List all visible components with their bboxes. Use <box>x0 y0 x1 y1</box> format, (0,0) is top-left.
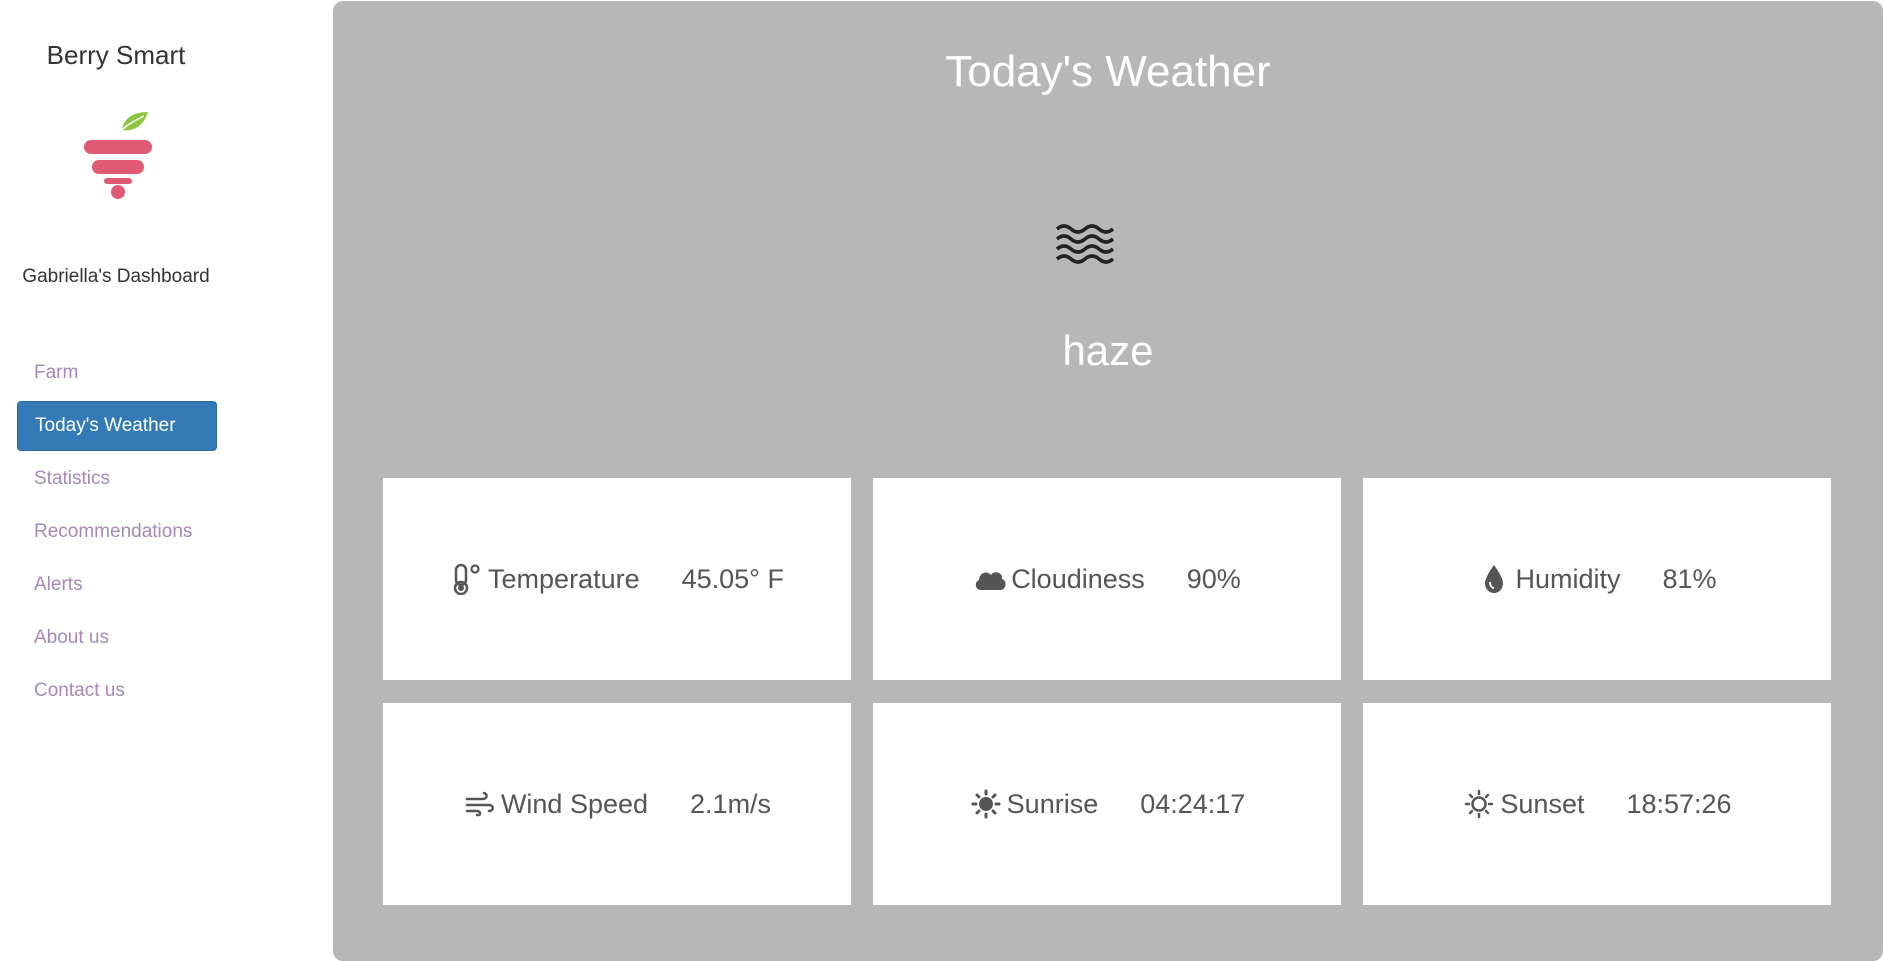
sunrise-card: Sunrise 04:24:17 <box>873 703 1341 905</box>
cloud-icon <box>973 562 1007 596</box>
sidebar-nav: Farm Today's Weather Statistics Recommen… <box>17 348 217 719</box>
humidity-card: Humidity 81% <box>1363 478 1831 680</box>
sidebar-item-statistics[interactable]: Statistics <box>17 454 217 504</box>
cloudiness-card: Cloudiness 90% <box>873 478 1341 680</box>
cloudiness-value: 90% <box>1186 563 1241 594</box>
humidity-label: Humidity <box>1515 563 1621 594</box>
sunset-icon <box>1462 787 1496 821</box>
brand-title: Berry Smart <box>46 40 186 70</box>
sidebar-item-about-us[interactable]: About us <box>17 613 217 663</box>
temperature-card: Temperature 45.05° F <box>383 478 851 680</box>
wind-speed-value: 2.1m/s <box>690 788 772 819</box>
humidity-value: 81% <box>1662 563 1717 594</box>
wind-speed-card: Wind Speed 2.1m/s <box>383 703 851 905</box>
sidebar-item-todays-weather[interactable]: Today's Weather <box>17 401 217 451</box>
page-title: Today's Weather <box>945 47 1271 96</box>
dashboard-title: Gabriella's Dashboard <box>22 266 210 287</box>
sunset-label: Sunset <box>1500 788 1585 819</box>
weather-condition: haze <box>1062 327 1154 374</box>
sunrise-icon <box>969 787 1003 821</box>
haze-icon <box>1055 224 1115 264</box>
weather-metrics-grid: Temperature 45.05° F Cloudiness 90% Humi… <box>383 478 1833 906</box>
sunset-value: 18:57:26 <box>1626 788 1732 819</box>
wind-speed-label: Wind Speed <box>500 788 649 819</box>
temperature-value: 45.05° F <box>681 563 784 594</box>
thermometer-icon <box>450 562 484 596</box>
cloudiness-label: Cloudiness <box>1011 563 1145 594</box>
berry-smart-logo <box>84 112 152 199</box>
droplet-icon <box>1477 562 1511 596</box>
sidebar-item-alerts[interactable]: Alerts <box>17 560 217 610</box>
sunset-card: Sunset 18:57:26 <box>1363 703 1831 905</box>
sunrise-value: 04:24:17 <box>1140 788 1246 819</box>
sidebar: Berry Smart Gabriella's Dashboard Farm T… <box>0 0 332 948</box>
sidebar-item-recommendations[interactable]: Recommendations <box>17 507 217 557</box>
weather-panel: Today's Weather haze Temperature 45.05° … <box>333 1 1883 961</box>
wind-icon <box>463 787 497 821</box>
sunrise-label: Sunrise <box>1006 788 1099 819</box>
sidebar-item-contact-us[interactable]: Contact us <box>17 666 217 716</box>
temperature-label: Temperature <box>488 563 640 594</box>
sidebar-item-farm[interactable]: Farm <box>17 348 217 398</box>
